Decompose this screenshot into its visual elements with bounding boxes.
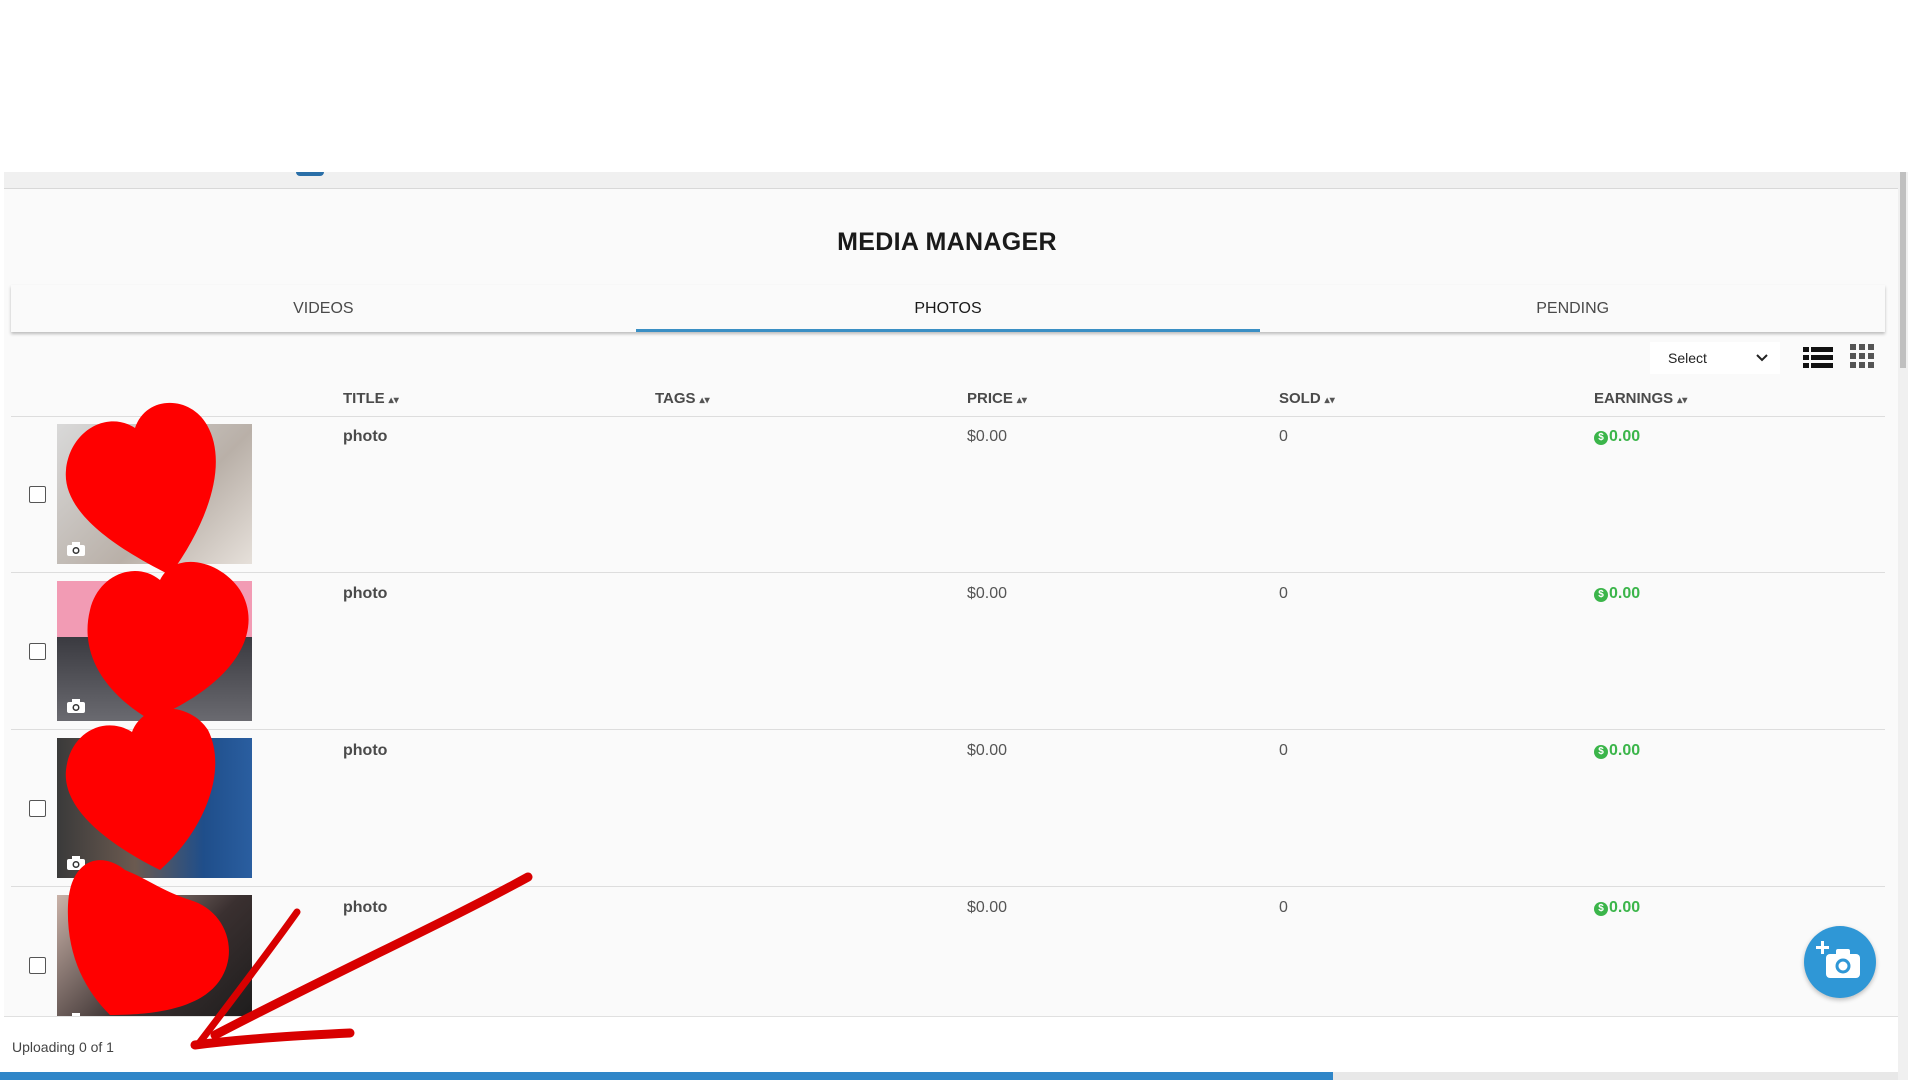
- row-price: $0.00: [967, 742, 1008, 759]
- logo-fragment: [296, 172, 324, 176]
- sort-icon: ▴▾: [1016, 395, 1027, 406]
- table-row[interactable]: photo $0.00 0 $0.00: [11, 573, 1885, 730]
- row-sold: 0: [1279, 585, 1288, 602]
- photo-thumbnail[interactable]: [57, 895, 252, 1035]
- select-value: Select: [1668, 350, 1707, 366]
- row-title[interactable]: photo: [343, 585, 387, 603]
- table-row[interactable]: photo $0.00 0 $0.00: [11, 730, 1885, 887]
- sort-icon: ▴▾: [699, 395, 710, 406]
- camera-icon: [67, 856, 85, 870]
- sort-icon: ▴▾: [388, 395, 399, 406]
- chevron-down-icon: [1756, 342, 1768, 374]
- page-title: MEDIA MANAGER: [837, 228, 1057, 256]
- row-sold: 0: [1279, 742, 1288, 759]
- grid-view-icon[interactable]: [1850, 344, 1874, 368]
- photo-thumbnail[interactable]: [57, 581, 252, 721]
- column-header-earnings[interactable]: EARNINGS ▴▾: [1594, 390, 1687, 407]
- row-sold: 0: [1279, 899, 1288, 916]
- sort-icon: ▴▾: [1677, 395, 1688, 406]
- row-earnings: $0.00: [1594, 585, 1640, 603]
- row-title[interactable]: photo: [343, 428, 387, 446]
- row-checkbox[interactable]: [29, 800, 46, 817]
- add-camera-icon: [1816, 941, 1860, 978]
- tab-pending[interactable]: PENDING: [1260, 285, 1885, 332]
- column-header-sold[interactable]: SOLD ▴▾: [1279, 390, 1335, 407]
- row-checkbox[interactable]: [29, 486, 46, 503]
- row-checkbox[interactable]: [29, 957, 46, 974]
- row-title[interactable]: photo: [343, 742, 387, 760]
- table-row[interactable]: photo $0.00 0 $0.00: [11, 416, 1885, 573]
- scrollbar[interactable]: [1898, 172, 1908, 1080]
- sort-icon: ▴▾: [1324, 395, 1335, 406]
- table-header: TITLE ▴▾ TAGS ▴▾ PRICE ▴▾ SOLD ▴▾ EARNINGS ▴▾: [11, 380, 1885, 417]
- add-photo-button[interactable]: [1804, 926, 1876, 998]
- dollar-icon: $: [1594, 431, 1608, 445]
- dollar-icon: $: [1594, 902, 1608, 916]
- camera-icon: [67, 699, 85, 713]
- photo-thumbnail[interactable]: [57, 424, 252, 564]
- dollar-icon: $: [1594, 745, 1608, 759]
- row-price: $0.00: [967, 899, 1008, 916]
- camera-icon: [67, 542, 85, 556]
- blank-top-area: [0, 0, 1908, 172]
- upload-progress-bar: [0, 1072, 1904, 1080]
- bulk-action-select[interactable]: Select: [1650, 342, 1780, 374]
- upload-progress-fill: [0, 1072, 1333, 1080]
- column-header-price[interactable]: PRICE ▴▾: [967, 390, 1027, 407]
- list-view-icon[interactable]: [1803, 346, 1833, 370]
- row-title[interactable]: photo: [343, 899, 387, 917]
- tab-photos[interactable]: PHOTOS: [635, 285, 1261, 332]
- row-earnings: $0.00: [1594, 742, 1640, 760]
- row-earnings: $0.00: [1594, 899, 1640, 917]
- row-checkbox[interactable]: [29, 643, 46, 660]
- media-table-body: photo $0.00 0 $0.00 photo $0.00 0 $0.00 …: [11, 416, 1885, 1044]
- tab-videos[interactable]: VIDEOS: [11, 285, 636, 332]
- row-price: $0.00: [967, 585, 1008, 602]
- media-tabs: VIDEOS PHOTOS PENDING: [11, 285, 1885, 332]
- row-sold: 0: [1279, 428, 1288, 445]
- column-header-tags[interactable]: TAGS ▴▾: [655, 390, 710, 407]
- column-header-title[interactable]: TITLE ▴▾: [343, 390, 399, 407]
- upload-status-bar: Uploading 0 of 1: [4, 1016, 1898, 1073]
- media-manager-page: MEDIA MANAGER VIDEOS PHOTOS PENDING Sele…: [4, 172, 1898, 1080]
- header-strip: [4, 172, 1898, 189]
- photo-thumbnail[interactable]: [57, 738, 252, 878]
- upload-status-text: Uploading 0 of 1: [12, 1039, 114, 1055]
- scrollbar-thumb[interactable]: [1900, 172, 1906, 368]
- row-price: $0.00: [967, 428, 1008, 445]
- dollar-icon: $: [1594, 588, 1608, 602]
- row-earnings: $0.00: [1594, 428, 1640, 446]
